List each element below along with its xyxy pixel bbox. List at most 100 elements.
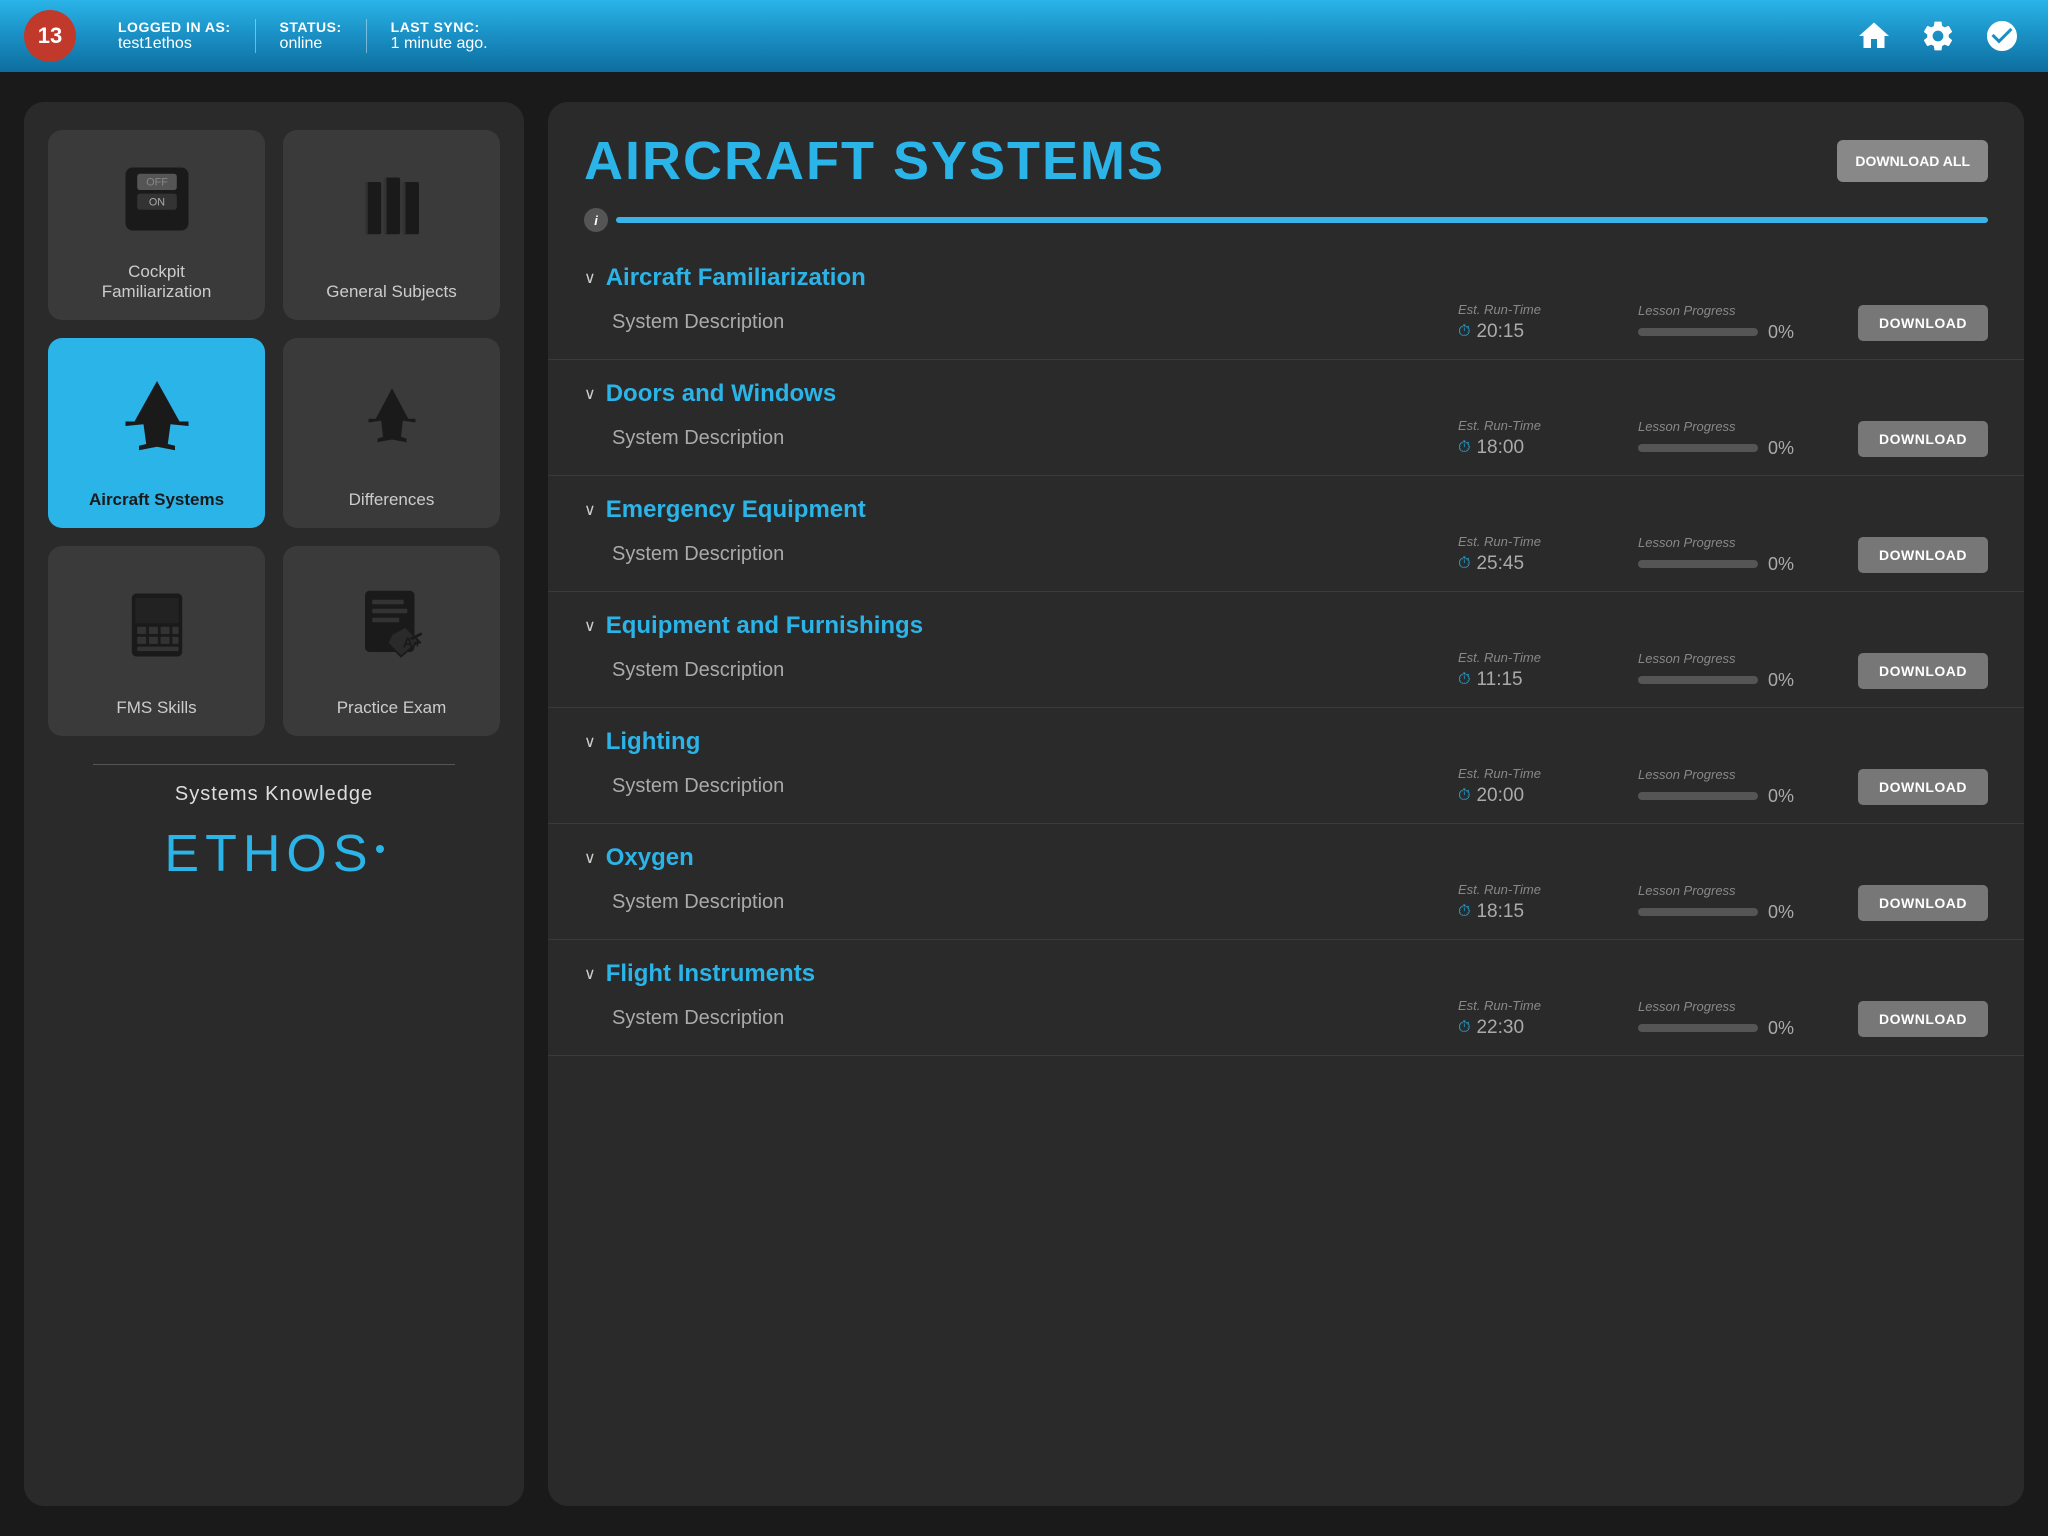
- home-button[interactable]: [1852, 14, 1896, 58]
- progress-group-0-0: Lesson Progress 0%: [1638, 303, 1858, 343]
- tile-aircraft-label: Aircraft Systems: [89, 490, 224, 510]
- section-chevron-2: ∨: [584, 500, 596, 520]
- progress-group-6-0: Lesson Progress0%: [1638, 999, 1858, 1039]
- download-button-4-0[interactable]: DOWNLOAD: [1858, 769, 1988, 805]
- tile-general-label: General Subjects: [326, 282, 456, 302]
- progress-bar-container-4-0: 0%: [1638, 786, 1794, 807]
- app-logo: 13: [24, 10, 76, 62]
- progress-bar-container-3-0: 0%: [1638, 670, 1794, 691]
- run-time-value-6-0: ⏱22:30: [1458, 1017, 1524, 1039]
- run-time-label-1-0: Est. Run-Time: [1458, 418, 1541, 433]
- right-panel: AIRCRAFT SYSTEMS DOWNLOAD ALL i ∨Aircraf…: [548, 102, 2024, 1506]
- progress-label-3-0: Lesson Progress: [1638, 651, 1736, 666]
- lesson-row-5-0: System DescriptionEst. Run-Time ⏱18:15 Les…: [584, 878, 1988, 939]
- run-time-value-4-0: ⏱20:00: [1458, 785, 1524, 807]
- download-button-2-0[interactable]: DOWNLOAD: [1858, 537, 1988, 573]
- run-time-value-0-0: ⏱20:15: [1458, 321, 1524, 343]
- clock-icon: ⏱: [1458, 439, 1470, 457]
- progress-bar-container-0-0: 0%: [1638, 322, 1794, 343]
- lesson-name-5-0: System Description: [612, 891, 1458, 914]
- section-block-4: ∨LightingSystem DescriptionEst. Run-Time…: [548, 708, 2024, 824]
- progress-group-5-0: Lesson Progress 0%: [1638, 883, 1858, 923]
- progress-group-2-0: Lesson Progress0%: [1638, 535, 1858, 575]
- progress-label-0-0: Lesson Progress: [1638, 303, 1736, 318]
- progress-bar-container-1-0: 0%: [1638, 438, 1794, 459]
- plane-large-icon: [112, 354, 202, 480]
- progress-bar-container-2-0: 0%: [1638, 554, 1794, 575]
- section-block-6: ∨Flight InstrumentsSystem DescriptionEst…: [548, 940, 2024, 1056]
- progress-label-5-0: Lesson Progress: [1638, 883, 1736, 898]
- tile-practice[interactable]: A+ Practice Exam: [283, 546, 500, 736]
- lesson-name-4-0: System Description: [612, 775, 1458, 798]
- run-time-label-2-0: Est. Run-Time: [1458, 534, 1541, 549]
- clock-icon: ⏱: [1458, 671, 1470, 689]
- progress-pct-4-0: 0%: [1768, 786, 1794, 807]
- tile-aircraft[interactable]: Aircraft Systems: [48, 338, 265, 528]
- fms-icon: [112, 562, 202, 688]
- lesson-name-2-0: System Description: [612, 543, 1458, 566]
- right-panel-header: AIRCRAFT SYSTEMS DOWNLOAD ALL: [548, 102, 2024, 202]
- profile-button[interactable]: [1980, 14, 2024, 58]
- last-sync-value: 1 minute ago.: [391, 35, 488, 53]
- section-name-0: Aircraft Familiarization: [606, 264, 866, 292]
- tile-cockpit[interactable]: OFF ON CockpitFamiliarization: [48, 130, 265, 320]
- tile-cockpit-label: CockpitFamiliarization: [102, 262, 212, 302]
- download-button-6-0[interactable]: DOWNLOAD: [1858, 1001, 1988, 1037]
- lesson-name-1-0: System Description: [612, 427, 1458, 450]
- progress-pct-5-0: 0%: [1768, 902, 1794, 923]
- section-header-4[interactable]: ∨Lighting: [584, 708, 1988, 762]
- download-button-1-0[interactable]: DOWNLOAD: [1858, 421, 1988, 457]
- run-time-label-6-0: Est. Run-Time: [1458, 998, 1541, 1013]
- main-content: OFF ON CockpitFamiliarization: [0, 72, 2048, 1536]
- info-bar: i: [548, 202, 2024, 244]
- lesson-row-2-0: System DescriptionEst. Run-Time⏱25:45Les…: [584, 530, 1988, 591]
- download-all-button[interactable]: DOWNLOAD ALL: [1837, 140, 1988, 182]
- plane-small-icon: [347, 354, 437, 480]
- progress-bar-bg-4-0: [1638, 792, 1758, 800]
- tile-general[interactable]: General Subjects: [283, 130, 500, 320]
- run-time-group-1-0: Est. Run-Time⏱18:00: [1458, 418, 1638, 459]
- progress-pct-1-0: 0%: [1768, 438, 1794, 459]
- status-label: STATUS:: [280, 19, 342, 35]
- ethos-logo: ETHOS: [164, 824, 383, 884]
- left-panel: OFF ON CockpitFamiliarization: [24, 102, 524, 1506]
- tile-differences-label: Differences: [349, 490, 435, 510]
- left-panel-divider: [93, 764, 455, 765]
- download-button-0-0[interactable]: DOWNLOAD: [1858, 305, 1988, 341]
- settings-button[interactable]: [1916, 14, 1960, 58]
- download-button-5-0[interactable]: DOWNLOAD: [1858, 885, 1988, 921]
- logged-in-value: test1ethos: [118, 35, 231, 53]
- progress-group-1-0: Lesson Progress0%: [1638, 419, 1858, 459]
- progress-group-3-0: Lesson Progress 0%: [1638, 651, 1858, 691]
- section-name-6: Flight Instruments: [606, 960, 815, 988]
- lesson-row-1-0: System DescriptionEst. Run-Time⏱18:00Les…: [584, 414, 1988, 475]
- section-chevron-6: ∨: [584, 964, 596, 984]
- section-name-5: Oxygen: [606, 844, 694, 872]
- progress-bar-container-5-0: 0%: [1638, 902, 1794, 923]
- progress-pct-6-0: 0%: [1768, 1018, 1794, 1039]
- section-header-0[interactable]: ∨Aircraft Familiarization: [584, 244, 1988, 298]
- section-header-3[interactable]: ∨Equipment and Furnishings: [584, 592, 1988, 646]
- run-time-value-5-0: ⏱18:15: [1458, 901, 1524, 923]
- run-time-group-0-0: Est. Run-Time⏱20:15: [1458, 302, 1638, 343]
- status-section: STATUS: online: [256, 19, 367, 53]
- tile-fms-label: FMS Skills: [116, 698, 196, 718]
- overall-progress-bar: [616, 217, 1988, 223]
- download-button-3-0[interactable]: DOWNLOAD: [1858, 653, 1988, 689]
- switch-icon: OFF ON: [112, 146, 202, 252]
- tile-differences[interactable]: Differences: [283, 338, 500, 528]
- tile-fms[interactable]: FMS Skills: [48, 546, 265, 736]
- run-time-label-5-0: Est. Run-Time: [1458, 882, 1541, 897]
- section-block-5: ∨Oxygen System DescriptionEst. Run-Time ⏱1…: [548, 824, 2024, 940]
- section-header-5[interactable]: ∨Oxygen: [584, 824, 1988, 878]
- section-header-1[interactable]: ∨Doors and Windows: [584, 360, 1988, 414]
- section-header-2[interactable]: ∨Emergency Equipment: [584, 476, 1988, 530]
- run-time-group-3-0: Est. Run-Time⏱11:15: [1458, 650, 1638, 691]
- right-panel-title: AIRCRAFT SYSTEMS: [584, 130, 1165, 192]
- last-sync-label: LAST SYNC:: [391, 19, 488, 35]
- run-time-group-5-0: Est. Run-Time ⏱18:15: [1458, 882, 1638, 923]
- section-header-6[interactable]: ∨ Flight Instruments: [584, 940, 1988, 994]
- lesson-name-3-0: System Description: [612, 659, 1458, 682]
- progress-bar-bg-3-0: [1638, 676, 1758, 684]
- section-name-3: Equipment and Furnishings: [606, 612, 923, 640]
